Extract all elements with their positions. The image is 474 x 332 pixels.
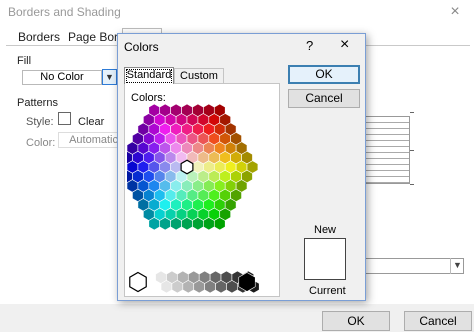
apply-to-select[interactable] [364, 258, 464, 274]
ok-button[interactable]: OK [322, 311, 390, 331]
grayscale-swatch[interactable] [160, 280, 173, 294]
grayscale-swatch[interactable] [193, 280, 205, 294]
style-label: Style: [26, 116, 54, 128]
shading-preview [364, 116, 410, 184]
colors-dialog: Colors ? × Standard Custom Colors: OK Ca… [117, 33, 366, 301]
grayscale-swatch[interactable] [204, 280, 216, 294]
chevron-down-icon[interactable]: ▼ [102, 69, 117, 85]
cancel-button[interactable]: Cancel [404, 311, 472, 331]
current-color-label: Current [309, 285, 346, 297]
tab-standard[interactable]: Standard [124, 67, 174, 84]
focus-ring [126, 69, 172, 83]
tab-custom-label: Custom [180, 70, 218, 82]
fill-label: Fill [17, 55, 32, 67]
grayscale-swatch[interactable] [226, 280, 238, 294]
title-bar: Borders and Shading × [0, 0, 474, 24]
pattern-color-select[interactable]: Automatic [58, 132, 122, 148]
ok-button[interactable]: OK [288, 65, 360, 84]
dialog-title: Borders and Shading [8, 5, 121, 19]
chevron-down-icon[interactable]: ▼ [450, 258, 464, 274]
close-icon[interactable]: × [440, 0, 470, 24]
preview-tick [410, 112, 414, 113]
standard-colors-panel: Colors: [124, 83, 280, 297]
cancel-button[interactable]: Cancel [288, 89, 360, 108]
grayscale-swatch[interactable] [182, 280, 195, 294]
tab-borders[interactable]: Borders [18, 30, 60, 46]
tab-custom[interactable]: Custom [174, 68, 224, 83]
grayscale-swatch[interactable] [215, 280, 227, 294]
new-color-label: New [314, 224, 337, 236]
color-swatch[interactable] [246, 160, 259, 174]
preview-tick [410, 184, 414, 185]
style-value[interactable]: Clear [78, 116, 104, 128]
color-hexagon-picker[interactable] [127, 104, 277, 296]
pattern-color-label: Color: [26, 137, 56, 149]
grayscale-swatch[interactable] [171, 280, 184, 294]
patterns-label: Patterns [17, 97, 58, 109]
dialog-title: Colors [124, 40, 159, 54]
preview-tick [410, 150, 414, 151]
colors-label: Colors: [131, 92, 166, 104]
close-icon[interactable]: × [340, 36, 349, 54]
new-current-color-swatch [304, 238, 346, 280]
style-swatch[interactable] [58, 112, 71, 125]
fill-color-select[interactable]: No Color [22, 70, 102, 85]
grayscale-swatch-white[interactable] [129, 271, 147, 293]
button-bar [0, 304, 474, 332]
help-icon[interactable]: ? [306, 38, 313, 53]
